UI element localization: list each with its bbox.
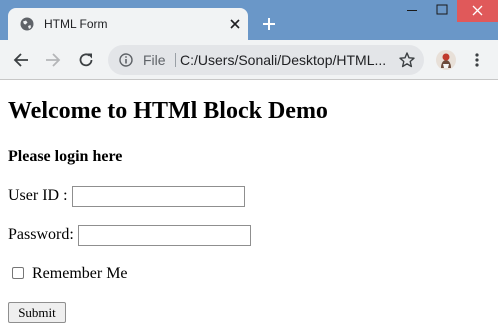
plus-icon[interactable] xyxy=(261,16,277,32)
page-heading: Welcome to HTMl Block Demo xyxy=(8,98,328,124)
browser-titlebar: HTML Form xyxy=(0,0,498,40)
close-icon[interactable] xyxy=(227,16,243,32)
address-bar[interactable]: File C:/Users/Sonali/Desktop/HTML... xyxy=(108,45,424,75)
kebab-menu-icon[interactable] xyxy=(472,52,482,68)
window-close-button[interactable] xyxy=(457,0,498,22)
password-label: Password: xyxy=(8,226,74,243)
userid-label: User ID : xyxy=(8,187,68,204)
tab-title: HTML Form xyxy=(44,17,108,31)
arrow-left-icon[interactable] xyxy=(13,52,29,68)
remember-me-checkbox[interactable] xyxy=(12,267,24,279)
close-icon xyxy=(472,5,483,16)
address-url[interactable]: C:/Users/Sonali/Desktop/HTML... xyxy=(180,52,395,68)
avatar[interactable] xyxy=(436,50,456,70)
globe-icon xyxy=(20,17,34,31)
submit-button[interactable]: Submit xyxy=(8,302,66,323)
browser-tab[interactable]: HTML Form xyxy=(8,8,248,40)
page-content: Welcome to HTMl Block Demo Please login … xyxy=(0,81,498,332)
browser-toolbar: File C:/Users/Sonali/Desktop/HTML... xyxy=(0,40,498,80)
address-separator xyxy=(175,53,176,67)
reload-icon[interactable] xyxy=(78,52,94,68)
maximize-icon[interactable] xyxy=(427,0,457,22)
address-scheme-label: File xyxy=(143,52,166,68)
minimize-icon[interactable] xyxy=(397,0,427,22)
remember-me-label[interactable]: Remember Me xyxy=(32,265,128,283)
star-icon[interactable] xyxy=(398,51,416,69)
info-icon[interactable] xyxy=(119,53,133,67)
login-prompt: Please login here xyxy=(8,148,123,165)
password-input[interactable] xyxy=(78,225,251,246)
userid-input[interactable] xyxy=(72,186,245,207)
arrow-right-icon[interactable] xyxy=(45,52,61,68)
